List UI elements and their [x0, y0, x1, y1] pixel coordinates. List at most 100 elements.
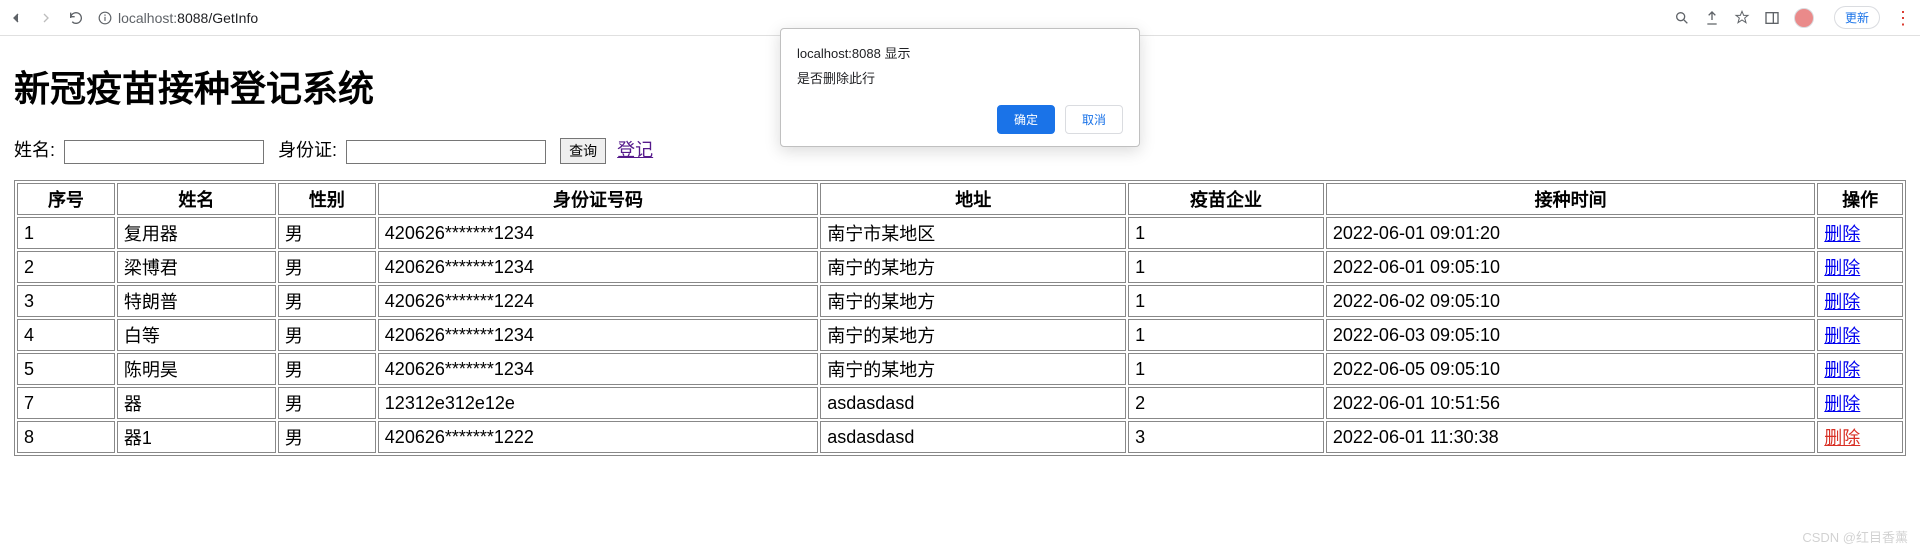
- data-table: 序号 姓名 性别 身份证号码 地址 疫苗企业 接种时间 操作 1复用器男4206…: [14, 180, 1906, 456]
- query-button[interactable]: 查询: [560, 138, 606, 164]
- cell-time: 2022-06-01 11:30:38: [1326, 421, 1815, 453]
- dialog-message: 是否删除此行: [797, 68, 1123, 87]
- name-input[interactable]: [64, 140, 264, 164]
- panel-icon[interactable]: [1764, 10, 1780, 26]
- col-addr: 地址: [820, 183, 1126, 215]
- cell-addr: 南宁的某地方: [820, 353, 1126, 385]
- delete-link[interactable]: 删除: [1824, 428, 1860, 448]
- cell-company: 3: [1128, 421, 1324, 453]
- url-port: 8088: [177, 10, 208, 26]
- cell-action: 删除: [1817, 353, 1903, 385]
- cell-gender: 男: [278, 353, 376, 385]
- watermark-text: CSDN @红目香薰: [1802, 527, 1908, 546]
- cell-id: 420626*******1234: [378, 217, 818, 249]
- cell-action: 删除: [1817, 217, 1903, 249]
- back-icon[interactable]: [8, 10, 24, 26]
- cell-id: 420626*******1224: [378, 285, 818, 317]
- delete-link[interactable]: 删除: [1824, 360, 1860, 380]
- cell-company: 1: [1128, 353, 1324, 385]
- cell-id: 420626*******1234: [378, 353, 818, 385]
- delete-link[interactable]: 删除: [1824, 258, 1860, 278]
- cell-seq: 8: [17, 421, 115, 453]
- delete-link[interactable]: 删除: [1824, 394, 1860, 414]
- cell-addr: 南宁市某地区: [820, 217, 1126, 249]
- cell-name: 器1: [117, 421, 276, 453]
- dialog-ok-button[interactable]: 确定: [997, 105, 1055, 134]
- menu-dots-icon[interactable]: ⋮: [1894, 10, 1912, 26]
- col-time: 接种时间: [1326, 183, 1815, 215]
- share-icon[interactable]: [1704, 10, 1720, 26]
- url-path: /GetInfo: [208, 10, 258, 26]
- forward-icon[interactable]: [38, 10, 54, 26]
- cell-gender: 男: [278, 421, 376, 453]
- url-host: localhost:: [118, 10, 177, 26]
- table-row: 4白等男420626*******1234南宁的某地方12022-06-03 0…: [17, 319, 1903, 351]
- cell-name: 梁博君: [117, 251, 276, 283]
- cell-seq: 3: [17, 285, 115, 317]
- table-row: 5陈明昊男420626*******1234南宁的某地方12022-06-05 …: [17, 353, 1903, 385]
- cell-gender: 男: [278, 319, 376, 351]
- cell-action: 删除: [1817, 285, 1903, 317]
- id-input[interactable]: [346, 140, 546, 164]
- cell-seq: 5: [17, 353, 115, 385]
- table-row: 1复用器男420626*******1234南宁市某地区12022-06-01 …: [17, 217, 1903, 249]
- cell-company: 1: [1128, 319, 1324, 351]
- table-header-row: 序号 姓名 性别 身份证号码 地址 疫苗企业 接种时间 操作: [17, 183, 1903, 215]
- cell-seq: 1: [17, 217, 115, 249]
- delete-link[interactable]: 删除: [1824, 326, 1860, 346]
- bookmark-star-icon[interactable]: [1734, 10, 1750, 26]
- cell-seq: 7: [17, 387, 115, 419]
- cell-action: 删除: [1817, 251, 1903, 283]
- cell-company: 1: [1128, 251, 1324, 283]
- cell-name: 器: [117, 387, 276, 419]
- cell-seq: 4: [17, 319, 115, 351]
- cell-time: 2022-06-01 10:51:56: [1326, 387, 1815, 419]
- cell-gender: 男: [278, 217, 376, 249]
- cell-name: 特朗普: [117, 285, 276, 317]
- cell-name: 陈明昊: [117, 353, 276, 385]
- id-label: 身份证:: [278, 140, 337, 160]
- chrome-update-button[interactable]: 更新: [1834, 6, 1880, 29]
- site-info-icon[interactable]: [98, 11, 112, 25]
- cell-action: 删除: [1817, 319, 1903, 351]
- cell-id: 12312e312e12e: [378, 387, 818, 419]
- cell-gender: 男: [278, 251, 376, 283]
- cell-id: 420626*******1234: [378, 251, 818, 283]
- cell-addr: 南宁的某地方: [820, 251, 1126, 283]
- register-link[interactable]: 登记: [617, 140, 653, 160]
- dialog-cancel-button[interactable]: 取消: [1065, 105, 1123, 134]
- cell-action: 删除: [1817, 387, 1903, 419]
- cell-time: 2022-06-01 09:05:10: [1326, 251, 1815, 283]
- col-gender: 性别: [278, 183, 376, 215]
- cell-company: 1: [1128, 217, 1324, 249]
- col-name: 姓名: [117, 183, 276, 215]
- reload-icon[interactable]: [68, 10, 84, 26]
- cell-id: 420626*******1222: [378, 421, 818, 453]
- cell-time: 2022-06-02 09:05:10: [1326, 285, 1815, 317]
- zoom-icon[interactable]: [1674, 10, 1690, 26]
- cell-name: 复用器: [117, 217, 276, 249]
- col-action: 操作: [1817, 183, 1903, 215]
- cell-action: 删除: [1817, 421, 1903, 453]
- cell-addr: asdasdasd: [820, 421, 1126, 453]
- table-row: 2梁博君男420626*******1234南宁的某地方12022-06-01 …: [17, 251, 1903, 283]
- cell-name: 白等: [117, 319, 276, 351]
- confirm-dialog: localhost:8088 显示 是否删除此行 确定 取消: [780, 28, 1140, 147]
- cell-company: 2: [1128, 387, 1324, 419]
- delete-link[interactable]: 删除: [1824, 292, 1860, 312]
- col-company: 疫苗企业: [1128, 183, 1324, 215]
- cell-time: 2022-06-03 09:05:10: [1326, 319, 1815, 351]
- delete-link[interactable]: 删除: [1824, 224, 1860, 244]
- name-label: 姓名:: [14, 140, 55, 160]
- col-seq: 序号: [17, 183, 115, 215]
- dialog-title: localhost:8088 显示: [797, 43, 1123, 62]
- cell-id: 420626*******1234: [378, 319, 818, 351]
- cell-time: 2022-06-05 09:05:10: [1326, 353, 1815, 385]
- table-row: 3特朗普男420626*******1224南宁的某地方12022-06-02 …: [17, 285, 1903, 317]
- col-id: 身份证号码: [378, 183, 818, 215]
- table-row: 8器1男420626*******1222asdasdasd32022-06-0…: [17, 421, 1903, 453]
- profile-avatar-icon[interactable]: [1794, 8, 1814, 28]
- cell-seq: 2: [17, 251, 115, 283]
- address-bar[interactable]: localhost:8088/GetInfo: [98, 10, 1674, 26]
- table-row: 7器男12312e312e12easdasdasd22022-06-01 10:…: [17, 387, 1903, 419]
